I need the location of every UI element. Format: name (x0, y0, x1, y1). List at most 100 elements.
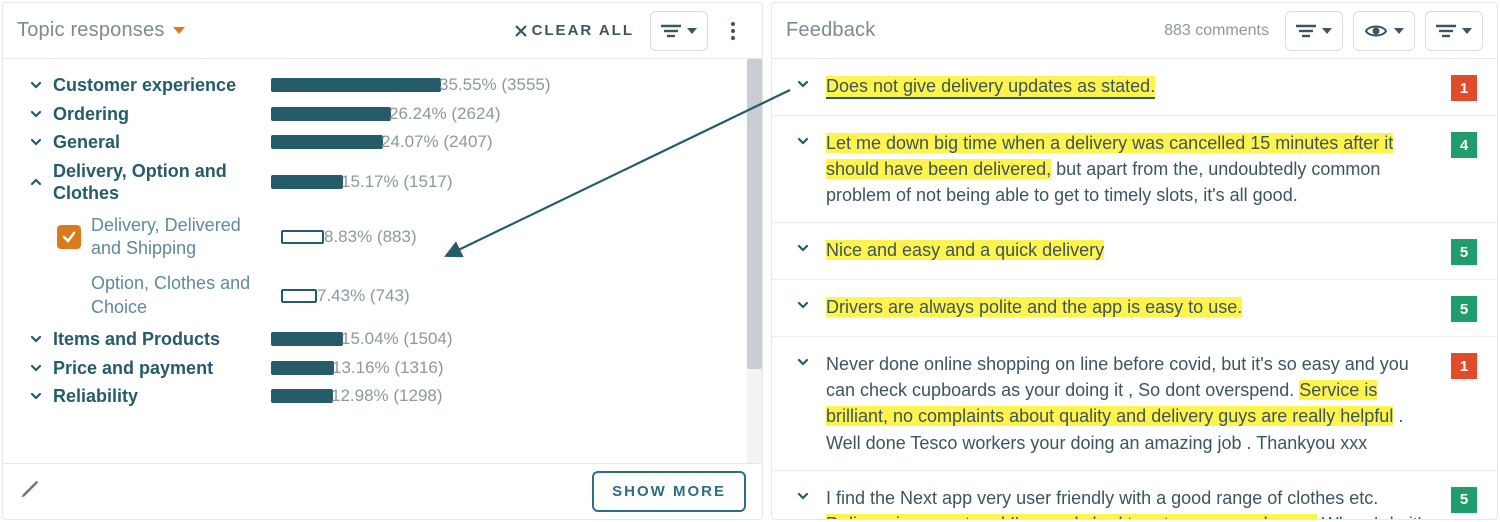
topic-row[interactable]: Ordering 26.24% (2624) (27, 100, 729, 129)
score-badge: 5 (1451, 487, 1477, 513)
sort-button[interactable] (650, 11, 708, 51)
feedback-item[interactable]: Does not give delivery updates as stated… (772, 59, 1497, 116)
feedback-header: Feedback 883 comments (772, 3, 1497, 59)
score-badge: 4 (1451, 132, 1477, 158)
topic-bar: 13.16% (1316) (271, 361, 461, 375)
scrollbar[interactable] (747, 59, 762, 463)
topic-row[interactable]: Items and Products 15.04% (1504) (27, 325, 729, 354)
topic-row[interactable]: Reliability 12.98% (1298) (27, 382, 729, 411)
visibility-button[interactable] (1353, 11, 1415, 51)
subtopic-stats: 7.43% (743) (317, 286, 410, 306)
topic-stats: 24.07% (2407) (381, 132, 493, 152)
checkbox[interactable] (57, 225, 81, 249)
feedback-text: I find the Next app very user friendly w… (826, 485, 1437, 519)
clear-all-label: CLEAR ALL (532, 22, 634, 39)
topic-label: Ordering (53, 103, 263, 126)
topics-title[interactable]: Topic responses (17, 19, 185, 42)
topic-row[interactable]: General 24.07% (2407) (27, 128, 729, 157)
pencil-icon (19, 478, 41, 500)
score-badge: 1 (1451, 353, 1477, 379)
caret-down-icon (1322, 28, 1332, 34)
feedback-text: Never done online shopping on line befor… (826, 351, 1437, 455)
subtopic-bar: 8.83% (883) (281, 230, 431, 244)
subtopic-label: Delivery, Delivered and Shipping (91, 214, 271, 261)
edit-button[interactable] (19, 478, 41, 505)
kebab-icon (731, 22, 735, 40)
topics-panel: Topic responses CLEAR ALL (2, 2, 763, 520)
comments-count: 883 comments (1164, 22, 1269, 40)
score-badge: 1 (1451, 75, 1477, 101)
feedback-item[interactable]: Never done online shopping on line befor… (772, 337, 1497, 470)
topic-row[interactable]: Customer experience 35.55% (3555) (27, 71, 729, 100)
score-badge: 5 (1451, 239, 1477, 265)
feedback-text: Nice and easy and a quick delivery (826, 237, 1437, 263)
topics-footer: SHOW MORE (3, 463, 762, 519)
show-more-button[interactable]: SHOW MORE (592, 471, 746, 512)
eye-icon (1364, 24, 1388, 38)
sort-button-right[interactable] (1425, 11, 1483, 51)
scroll-thumb[interactable] (747, 59, 762, 369)
feedback-item[interactable]: I find the Next app very user friendly w… (772, 471, 1497, 519)
chevron-down-icon[interactable] (796, 77, 812, 96)
caret-down-icon (173, 27, 185, 34)
feedback-item[interactable]: Drivers are always polite and the app is… (772, 280, 1497, 337)
checkbox[interactable] (57, 284, 81, 308)
feedback-list: Does not give delivery updates as stated… (772, 59, 1497, 519)
chevron-down-icon[interactable] (796, 298, 812, 317)
sort-icon (661, 24, 681, 38)
chevron-down-icon[interactable] (796, 134, 812, 153)
topic-row[interactable]: Delivery, Option and Clothes 15.17% (1517… (27, 157, 729, 208)
subtopic-bar: 7.43% (743) (281, 289, 431, 303)
topic-row[interactable]: Price and payment 13.16% (1316) (27, 354, 729, 383)
filter-icon (1296, 24, 1316, 38)
caret-down-icon (687, 28, 697, 34)
topic-bar: 26.24% (2624) (271, 107, 461, 121)
chevron-down-icon[interactable] (27, 135, 45, 149)
topic-bar: 15.04% (1504) (271, 332, 461, 346)
topic-label: General (53, 131, 263, 154)
score-badge: 5 (1451, 296, 1477, 322)
chevron-down-icon[interactable] (796, 489, 812, 508)
topic-bar: 24.07% (2407) (271, 135, 461, 149)
topic-bar: 12.98% (1298) (271, 389, 461, 403)
topic-list: Customer experience 35.55% (3555) Ordering… (3, 59, 747, 463)
subtopic-row[interactable]: Option, Clothes and Choice 7.43% (743) (27, 266, 729, 325)
subtopic-row[interactable]: Delivery, Delivered and Shipping 8.83% (8… (27, 208, 729, 267)
more-menu-button[interactable] (718, 11, 748, 51)
subtopic-stats: 8.83% (883) (324, 227, 417, 247)
topic-stats: 15.17% (1517) (341, 172, 453, 192)
chevron-down-icon[interactable] (27, 78, 45, 92)
topic-label: Delivery, Option and Clothes (53, 160, 263, 205)
topic-stats: 15.04% (1504) (341, 329, 453, 349)
topic-bar: 15.17% (1517) (271, 175, 461, 189)
feedback-title: Feedback (786, 19, 875, 42)
caret-down-icon (1462, 28, 1472, 34)
chevron-down-icon[interactable] (27, 107, 45, 121)
topics-header: Topic responses CLEAR ALL (3, 3, 762, 59)
topic-stats: 12.98% (1298) (331, 386, 443, 406)
x-icon (514, 24, 528, 38)
chevron-down-icon[interactable] (796, 241, 812, 260)
topics-title-text: Topic responses (17, 19, 165, 42)
chevron-down-icon[interactable] (796, 355, 812, 374)
chevron-down-icon[interactable] (27, 332, 45, 346)
topic-label: Reliability (53, 385, 263, 408)
topic-label: Price and payment (53, 357, 263, 380)
feedback-item[interactable]: Nice and easy and a quick delivery 5 (772, 223, 1497, 280)
chevron-down-icon[interactable] (27, 361, 45, 375)
topic-bar: 35.55% (3555) (271, 78, 461, 92)
filter-button[interactable] (1285, 11, 1343, 51)
feedback-panel: Feedback 883 comments (771, 2, 1498, 520)
feedback-item[interactable]: Let me down big time when a delivery was… (772, 116, 1497, 223)
chevron-down-icon[interactable] (27, 389, 45, 403)
topic-label: Customer experience (53, 74, 263, 97)
caret-down-icon (1394, 28, 1404, 34)
chevron-up-icon[interactable] (27, 175, 45, 189)
clear-all-button[interactable]: CLEAR ALL (514, 22, 634, 39)
topic-stats: 13.16% (1316) (332, 358, 444, 378)
feedback-text: Let me down big time when a delivery was… (826, 130, 1437, 208)
topic-label: Items and Products (53, 328, 263, 351)
sort-icon (1436, 24, 1456, 38)
subtopic-label: Option, Clothes and Choice (91, 272, 271, 319)
feedback-text: Does not give delivery updates as stated… (826, 73, 1437, 99)
